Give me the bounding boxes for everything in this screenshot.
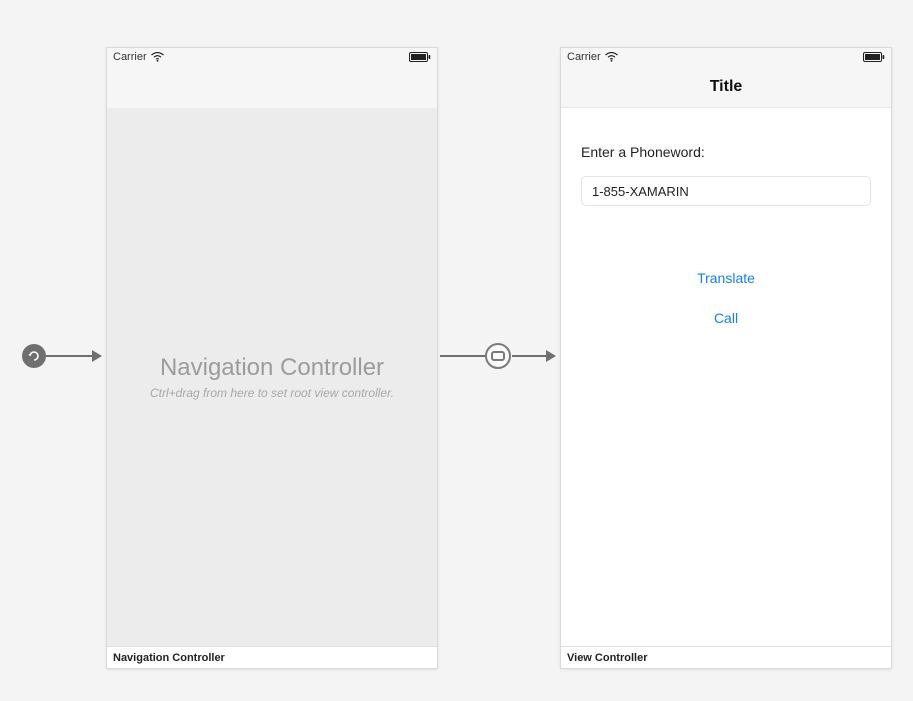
nav-bar: Title (561, 66, 891, 108)
view-controller-scene[interactable]: Carrier Title Enter a Phoneword: Transla… (560, 47, 892, 669)
view-content: Enter a Phoneword: Translate Call (561, 108, 891, 646)
scene-footer-nav-label: Navigation Controller (113, 652, 225, 664)
navigation-controller-scene[interactable]: Carrier Navigation Controller Ctrl+drag … (106, 47, 438, 669)
segue-arrow-line-right (512, 355, 546, 357)
entry-arrow-line (46, 355, 92, 357)
scene-footer-view-label: View Controller (567, 652, 647, 664)
battery-icon (863, 52, 885, 62)
segue-arrow-line-left (440, 355, 486, 357)
entry-arrow-head (92, 350, 102, 362)
phoneword-input[interactable] (581, 176, 871, 206)
wifi-icon (151, 52, 164, 62)
segue-arrow-head (546, 350, 556, 362)
entry-point-icon[interactable] (22, 344, 46, 368)
placeholder-title: Navigation Controller (160, 354, 384, 382)
scene-footer-view[interactable]: View Controller (561, 646, 891, 668)
nav-bar-empty (107, 66, 437, 108)
nav-controller-placeholder[interactable]: Navigation Controller Ctrl+drag from her… (107, 108, 437, 646)
translate-button[interactable]: Translate (697, 270, 755, 286)
call-button[interactable]: Call (714, 310, 738, 326)
wifi-icon (605, 52, 618, 62)
battery-icon (409, 52, 431, 62)
nav-title: Title (710, 78, 743, 96)
enter-phoneword-label: Enter a Phoneword: (581, 144, 871, 160)
carrier-label: Carrier (113, 51, 147, 63)
carrier-label: Carrier (567, 51, 601, 63)
root-segue-icon[interactable] (485, 343, 511, 369)
status-bar: Carrier (107, 48, 437, 66)
scene-footer-nav[interactable]: Navigation Controller (107, 646, 437, 668)
status-bar: Carrier (561, 48, 891, 66)
placeholder-hint: Ctrl+drag from here to set root view con… (150, 386, 394, 400)
